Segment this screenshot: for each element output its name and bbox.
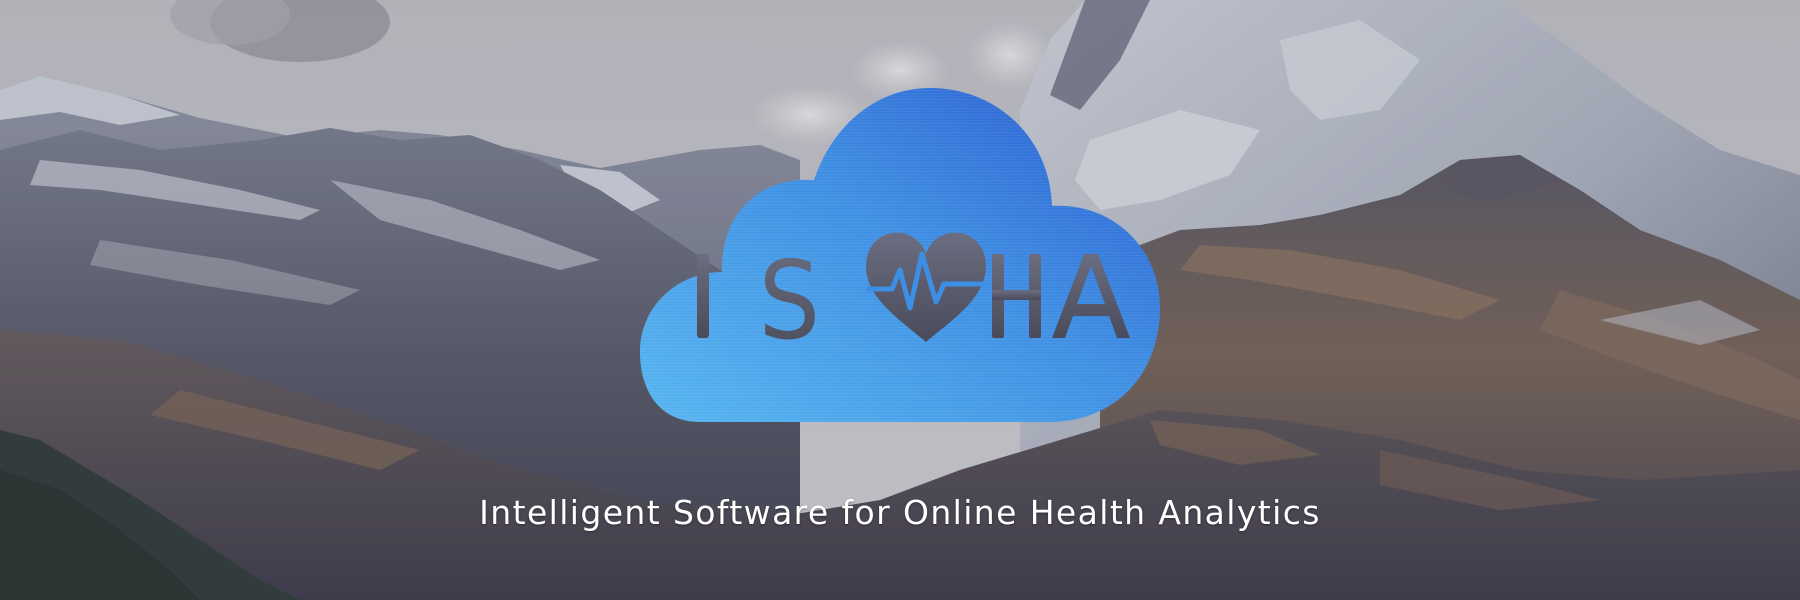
tagline: Intelligent Software for Online Health A…	[479, 493, 1321, 532]
cloud-heart-logo-icon: S	[640, 88, 1160, 422]
svg-text:S: S	[759, 239, 821, 364]
hero-banner: S Intelligent Software for Online Health…	[0, 0, 1800, 600]
